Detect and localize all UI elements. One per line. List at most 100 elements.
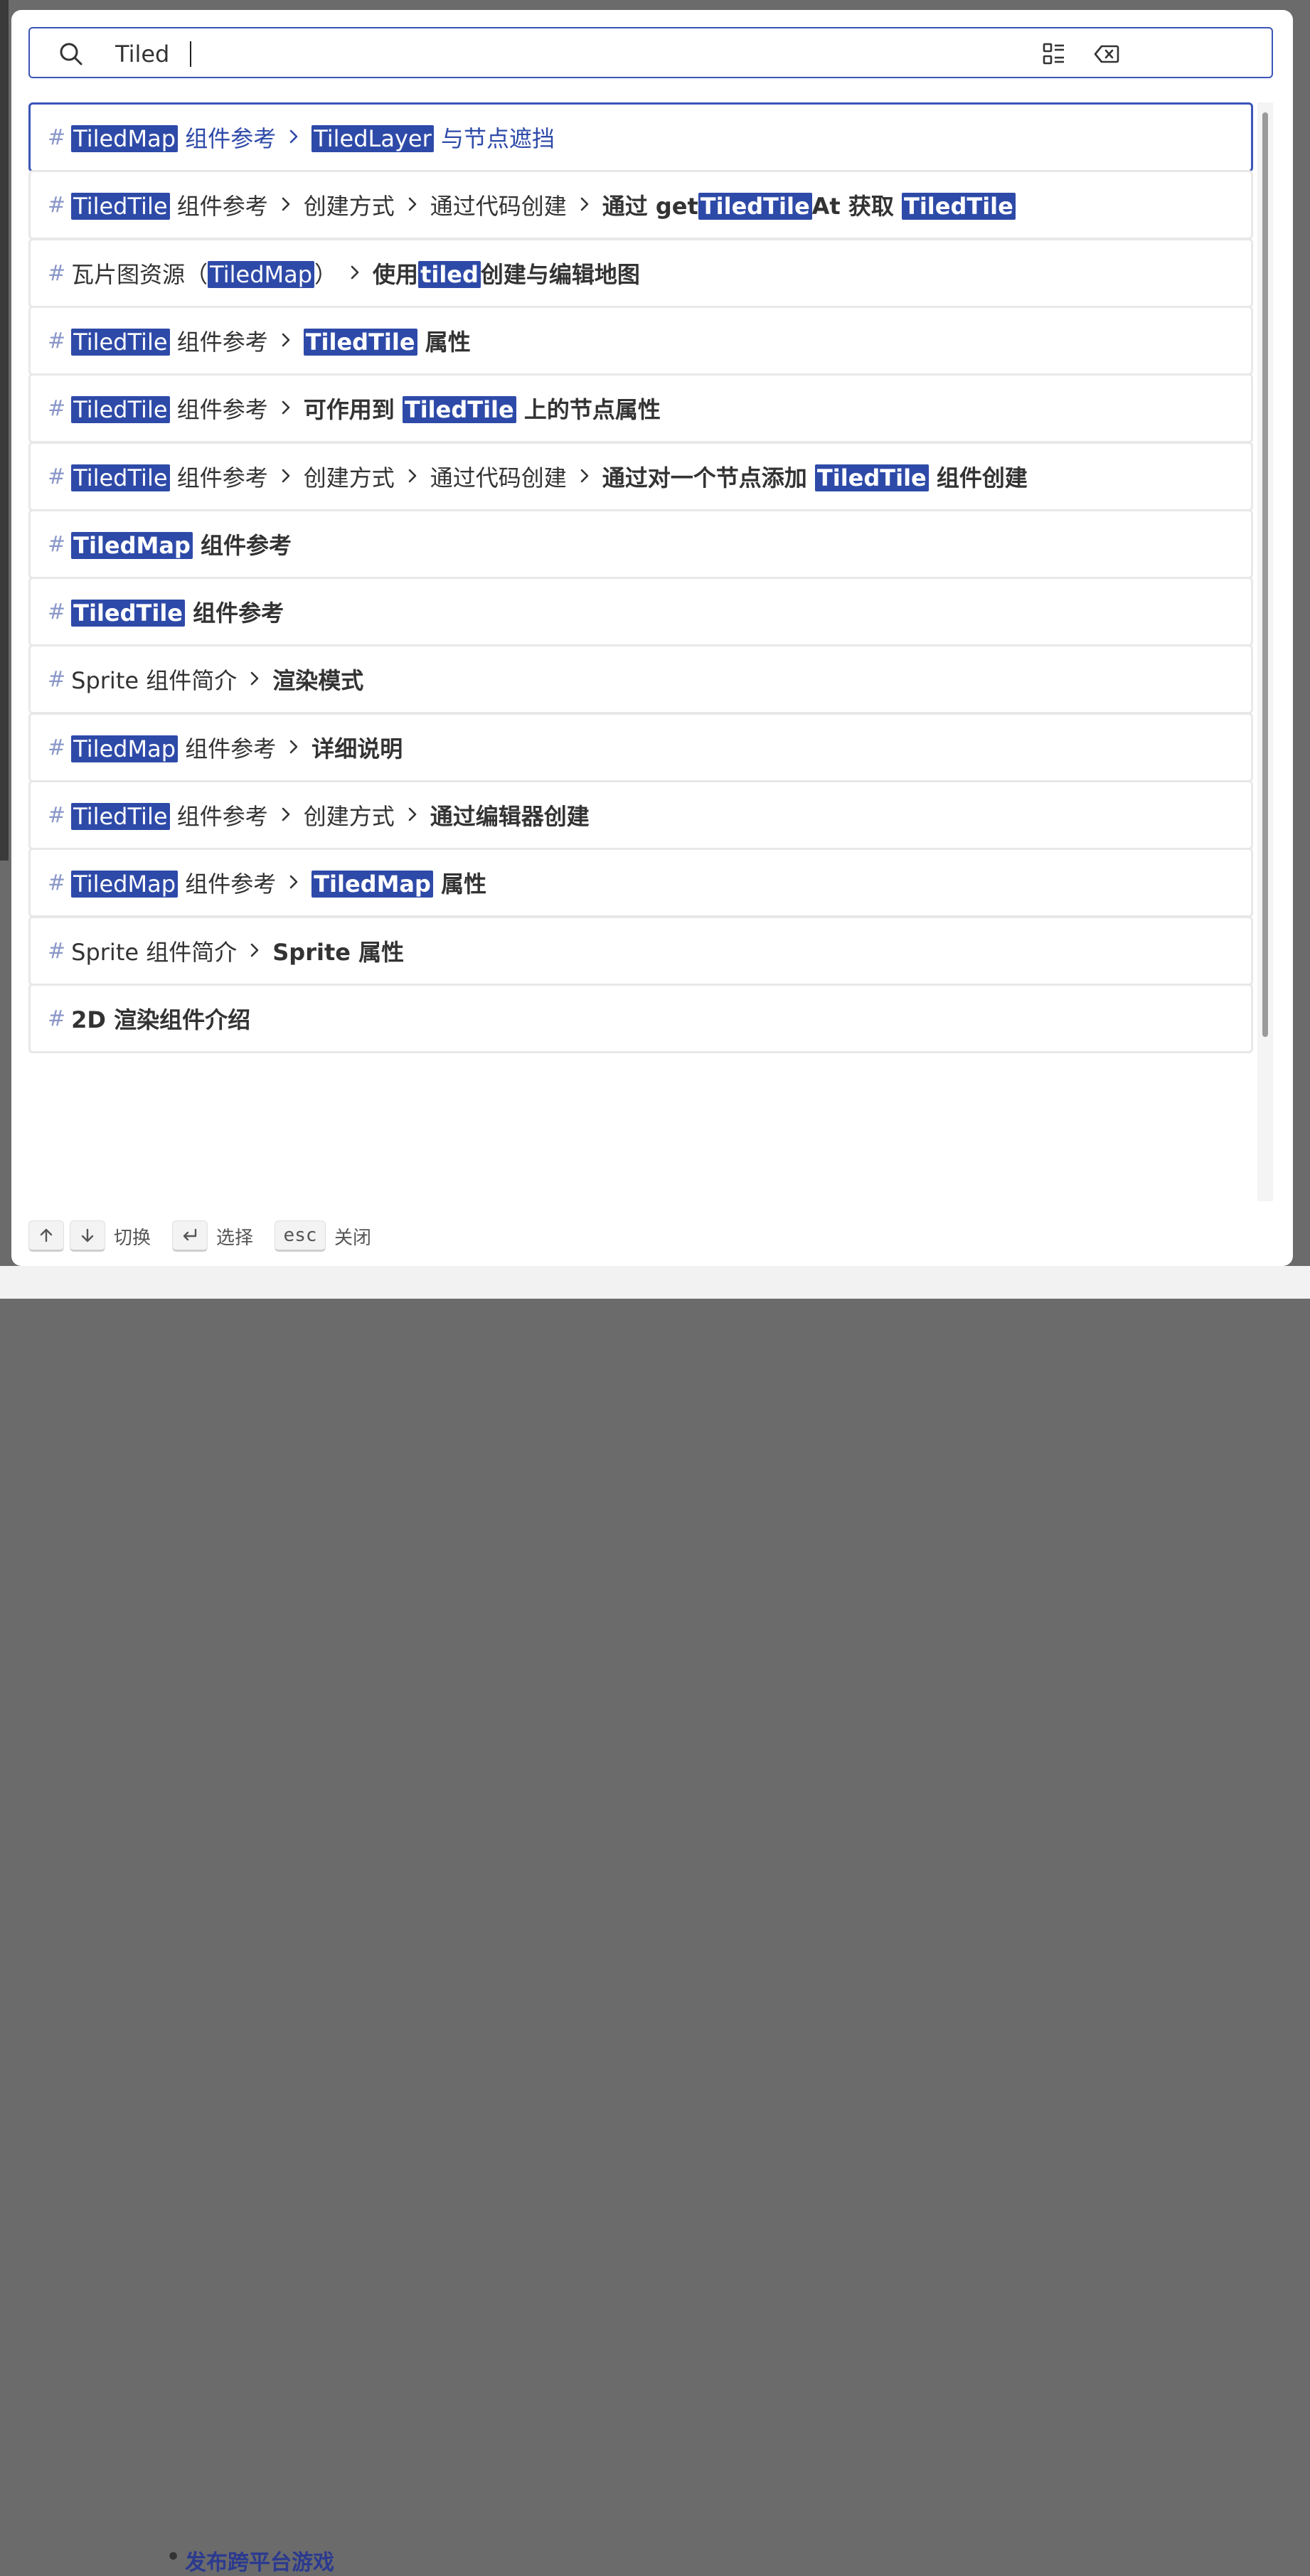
search-result-item[interactable]: # TiledTile 组件参考 创建方式 通过代码创建 通过 getTiledTile… xyxy=(28,170,1253,240)
result-breadcrumb: 瓦片图资源（TiledMap） xyxy=(71,257,337,289)
result-breadcrumb: TiledMap 组件参考 xyxy=(71,866,276,899)
select-hint-label: 选择 xyxy=(216,1227,254,1249)
result-text: 可作用到 xyxy=(303,396,403,423)
search-result-item[interactable]: # TiledMap 组件参考 TiledMap 属性 xyxy=(28,848,1253,917)
hash-icon: # xyxy=(48,395,66,421)
match-highlight: TiledMap xyxy=(71,532,193,559)
match-highlight: TiledTile xyxy=(303,329,417,356)
result-breadcrumb: TiledTile 组件参考 xyxy=(71,460,268,493)
search-result-item[interactable]: # TiledTile 组件参考 TiledTile 属性 xyxy=(28,306,1253,376)
result-title: 使用tiled创建与编辑地图 xyxy=(373,257,640,289)
match-highlight: TiledTile xyxy=(71,329,170,356)
search-result-item[interactable]: # 瓦片图资源（TiledMap） 使用tiled创建与编辑地图 xyxy=(28,238,1253,308)
search-result-item[interactable]: # TiledMap 组件参考 详细说明 xyxy=(28,713,1253,782)
match-highlight: TiledMap xyxy=(71,735,179,762)
result-text: Sprite 组件简介 xyxy=(71,667,238,694)
chevron-right-icon xyxy=(281,463,291,490)
arrow-down-icon xyxy=(81,1228,94,1242)
match-highlight: TiledMap xyxy=(71,125,179,152)
result-breadcrumb: 创建方式 xyxy=(304,460,395,493)
arrow-up-key xyxy=(28,1220,64,1252)
search-result-item[interactable]: # TiledTile 组件参考 xyxy=(28,577,1253,646)
result-text: 属性 xyxy=(432,871,487,898)
esc-key: esc xyxy=(275,1220,326,1252)
result-breadcrumb: TiledMap 组件参考 xyxy=(71,121,276,154)
match-highlight: TiledTile xyxy=(71,464,170,491)
chevron-right-icon xyxy=(281,802,291,829)
hash-icon: # xyxy=(48,735,66,760)
result-breadcrumb: TiledMap 组件参考 xyxy=(71,528,292,560)
detail-view-button[interactable] xyxy=(1040,40,1068,68)
keyboard-hints: 切换 选择 esc 关闭 xyxy=(28,1219,393,1253)
result-text: 组件参考 xyxy=(169,396,268,423)
result-text: 通过对一个节点添加 xyxy=(602,464,815,491)
match-highlight: TiledTile xyxy=(71,600,185,627)
result-breadcrumb: 通过代码创建 xyxy=(430,460,567,493)
search-result-item[interactable]: # TiledMap 组件参考 xyxy=(28,509,1253,579)
navigate-hint-label: 切换 xyxy=(114,1227,151,1249)
match-highlight: TiledLayer xyxy=(311,125,434,152)
hash-icon: # xyxy=(48,599,66,624)
result-text: 通过编辑器创建 xyxy=(430,803,590,830)
result-text: 创建与编辑地图 xyxy=(480,261,640,288)
match-highlight: TiledTile xyxy=(71,803,170,830)
search-result-item[interactable]: # TiledMap 组件参考 TiledLayer 与节点遮挡 xyxy=(28,102,1253,172)
results-scrollbar[interactable] xyxy=(1257,102,1273,1201)
search-result-item[interactable]: # TiledTile 组件参考 创建方式 通过编辑器创建 xyxy=(28,780,1253,850)
result-text: 组件参考 xyxy=(169,329,268,356)
result-text: 创建方式 xyxy=(303,464,395,491)
match-highlight: TiledTile xyxy=(902,193,1016,220)
result-text: 上的节点属性 xyxy=(516,396,661,423)
search-result-item[interactable]: # TiledTile 组件参考 创建方式 通过代码创建 通过对一个节点添加 Tiled… xyxy=(28,442,1253,511)
search-icon xyxy=(60,43,82,65)
result-text: 组件参考 xyxy=(169,193,268,220)
search-result-item[interactable]: # TiledTile 组件参考 可作用到 TiledTile 上的节点属性 xyxy=(28,373,1253,443)
result-title: 通过编辑器创建 xyxy=(430,799,590,831)
result-text: 通过 get xyxy=(602,193,698,220)
text-caret xyxy=(190,41,191,67)
result-text: 组件参考 xyxy=(178,735,277,762)
chevron-right-icon xyxy=(281,327,291,354)
match-highlight: TiledMap xyxy=(208,261,315,288)
result-text: 使用 xyxy=(373,261,419,288)
result-title: TiledMap 属性 xyxy=(311,866,486,899)
search-modal: #TiledMap 组件参考TiledLayer 与节点遮挡#TiledTile… xyxy=(11,10,1293,1266)
search-result-item[interactable]: # Sprite 组件简介 渲染模式 xyxy=(28,644,1253,714)
result-text: 瓦片图资源（ xyxy=(71,261,208,288)
hash-icon: # xyxy=(48,464,66,489)
result-text: 组件创建 xyxy=(928,464,1028,491)
result-breadcrumb: Sprite 组件简介 xyxy=(71,935,237,967)
search-result-item[interactable]: # Sprite 组件简介 Sprite 属性 xyxy=(28,916,1253,986)
hash-icon: # xyxy=(48,938,66,964)
result-text: Sprite 属性 xyxy=(272,939,405,966)
hash-icon: # xyxy=(48,1006,66,1031)
chevron-right-icon xyxy=(289,124,299,151)
result-text: Sprite 组件简介 xyxy=(71,939,238,966)
hash-icon: # xyxy=(48,531,66,557)
result-title: Sprite 属性 xyxy=(272,935,404,967)
result-breadcrumb: 创建方式 xyxy=(304,188,395,221)
result-text: 属性 xyxy=(417,329,471,356)
result-text: 创建方式 xyxy=(303,193,395,220)
chevron-right-icon xyxy=(289,734,299,761)
match-highlight: TiledTile xyxy=(71,396,170,423)
result-title: TiledTile 属性 xyxy=(303,324,471,357)
chevron-right-icon xyxy=(250,666,260,693)
result-breadcrumb: TiledTile 组件参考 xyxy=(71,324,268,357)
clear-search-button[interactable] xyxy=(1092,40,1121,68)
chevron-right-icon xyxy=(580,191,590,218)
hash-icon: # xyxy=(48,328,66,353)
chevron-right-icon xyxy=(250,937,260,964)
result-text: 组件参考 xyxy=(178,125,277,152)
result-breadcrumb: TiledTile 组件参考 xyxy=(71,595,284,628)
chevron-right-icon xyxy=(408,463,417,490)
scrollbar-thumb[interactable] xyxy=(1262,112,1268,1037)
search-input[interactable] xyxy=(114,36,1112,73)
search-bar xyxy=(28,27,1273,78)
arrow-up-icon xyxy=(40,1228,53,1242)
hash-icon: # xyxy=(48,192,66,218)
search-result-item[interactable]: #2D 渲染组件介绍 xyxy=(28,984,1253,1053)
result-text: 组件参考 xyxy=(192,532,292,559)
hash-icon: # xyxy=(48,802,66,828)
enter-icon xyxy=(183,1228,197,1241)
